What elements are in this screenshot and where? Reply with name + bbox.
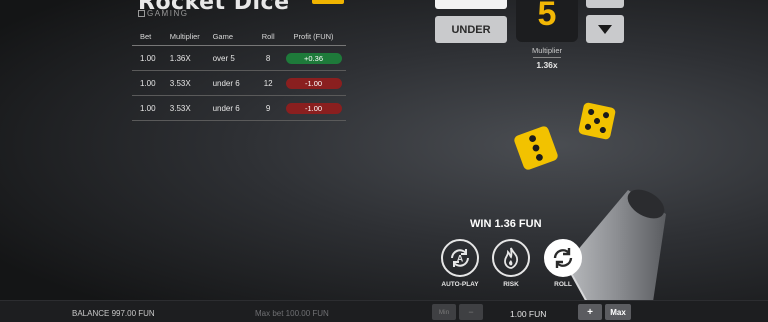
max-bet-button[interactable]: Max	[605, 304, 631, 320]
decrease-bet-button[interactable]: −	[459, 304, 483, 320]
balance-display: BALANCE 997.00 FUN	[72, 309, 155, 318]
profit-pill: +0.36	[285, 52, 342, 64]
bet-history-table: Bet Multiplier Game Roll Profit (FUN) 1.…	[132, 28, 346, 121]
decrease-target-button[interactable]	[586, 15, 624, 43]
game-stage: Rocket Dice GAMING Bet Multiplier Game R…	[0, 0, 768, 322]
cell-bet: 1.00	[140, 78, 156, 88]
header-roll: Roll	[261, 32, 275, 41]
svg-text:A: A	[457, 254, 464, 264]
autoplay-icon: A	[451, 249, 469, 267]
cell-bet: 1.00	[140, 53, 156, 63]
cell-multiplier: 1.36X	[169, 53, 191, 63]
max-bet-info: Max bet 100.00 FUN	[255, 309, 329, 318]
header-game: Game	[212, 32, 233, 41]
table-row: 1.00 3.53X under 6 12 -1.00	[132, 71, 346, 96]
under-button[interactable]: UNDER	[435, 16, 507, 43]
cell-roll: 12	[263, 78, 273, 88]
over-button[interactable]	[435, 0, 507, 9]
cell-profit: +0.36	[281, 52, 346, 64]
profit-pill: -1.00	[285, 102, 342, 114]
header-profit: Profit (FUN)	[293, 32, 334, 41]
logo-sub-icon	[138, 10, 145, 17]
die-five-pips	[514, 126, 558, 170]
profit-pill: -1.00	[285, 77, 342, 89]
multiplier-divider	[533, 57, 561, 58]
die-three-pips	[578, 102, 616, 140]
game-logo: Rocket Dice GAMING	[138, 0, 344, 18]
roll-label: ROLL	[554, 281, 572, 288]
target-number-display: 5	[516, 0, 578, 42]
logo-subtitle: GAMING	[138, 9, 188, 18]
cell-roll: 8	[265, 53, 271, 63]
autoplay-button[interactable]: A	[441, 239, 479, 277]
refresh-icon	[553, 248, 573, 268]
cell-multiplier: 3.53X	[169, 78, 191, 88]
logo-badge	[312, 0, 344, 4]
roll-button[interactable]	[544, 239, 582, 277]
multiplier-value: 1.36x	[536, 60, 558, 70]
cell-game: under 6	[212, 103, 240, 113]
risk-label: RISK	[503, 281, 519, 288]
min-bet-button[interactable]: Min	[432, 304, 456, 320]
multiplier-label: Multiplier	[531, 46, 562, 55]
history-header-row: Bet Multiplier Game Roll Profit (FUN)	[132, 28, 346, 46]
table-row: 1.00 3.53X under 6 9 -1.00	[132, 96, 346, 121]
bet-amount: 1.00 FUN	[510, 309, 547, 319]
cell-roll: 9	[265, 103, 271, 113]
cell-profit: -1.00	[281, 77, 346, 89]
chevron-down-icon	[598, 24, 612, 34]
cell-game: over 5	[212, 53, 235, 63]
table-row: 1.00 1.36X over 5 8 +0.36	[132, 46, 346, 71]
cell-bet: 1.00	[140, 103, 156, 113]
autoplay-label: AUTO-PLAY	[441, 281, 479, 288]
increase-target-button[interactable]	[586, 0, 624, 8]
risk-button[interactable]	[492, 239, 530, 277]
flame-icon	[504, 247, 519, 269]
cell-profit: -1.00	[281, 102, 346, 114]
cell-game: under 6	[212, 78, 240, 88]
header-multiplier: Multiplier	[169, 32, 200, 41]
target-number: 5	[537, 0, 557, 33]
logo-subtitle-text: GAMING	[147, 9, 189, 18]
win-message: WIN 1.36 FUN	[470, 218, 542, 230]
header-bet: Bet	[140, 32, 152, 41]
increase-bet-button[interactable]: +	[578, 304, 602, 320]
cell-multiplier: 3.53X	[169, 103, 191, 113]
